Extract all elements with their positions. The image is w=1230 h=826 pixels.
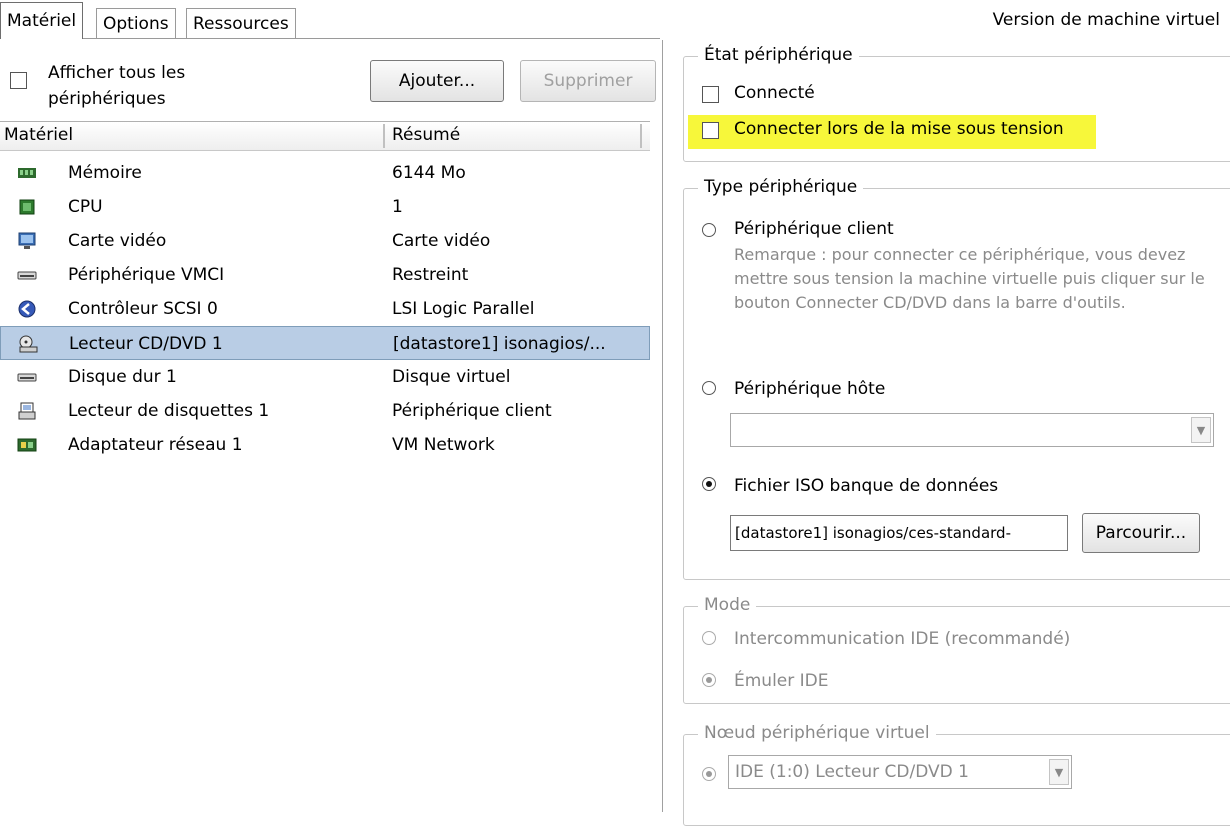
client-device-note: Remarque : pour connecter ce périphériqu…: [734, 245, 1205, 312]
vm-version-label: Version de machine virtuel: [992, 10, 1220, 30]
virtual-node-radio[interactable]: [702, 767, 716, 781]
hardware-list-header: Matériel Résumé: [0, 121, 650, 151]
hardware-row-summary: Disque virtuel: [392, 367, 511, 387]
hardware-row-summary: 6144 Mo: [392, 163, 466, 183]
mode-title: Mode: [698, 595, 757, 615]
column-header-summary[interactable]: Résumé: [392, 125, 460, 145]
remove-button[interactable]: Supprimer: [520, 60, 656, 102]
virtual-node-group: Nœud périphérique virtuel IDE (1:0) Lect…: [683, 723, 1230, 826]
client-device-label: Périphérique client: [734, 219, 894, 239]
datastore-iso-label: Fichier ISO banque de données: [734, 476, 999, 496]
hard-disk-icon: [17, 373, 37, 382]
host-device-label: Périphérique hôte: [734, 379, 886, 399]
device-type-title: Type périphérique: [698, 177, 864, 197]
hardware-row-name: Lecteur de disquettes 1: [68, 401, 270, 421]
monitor-icon: [18, 232, 36, 249]
scsi-controller-icon: [18, 300, 36, 318]
datastore-iso-radio[interactable]: [702, 477, 716, 491]
ide-passthrough-radio[interactable]: [702, 631, 716, 645]
iso-path-input[interactable]: [730, 515, 1068, 551]
cd-dvd-drive-icon: [19, 335, 38, 353]
connected-label: Connecté: [734, 83, 815, 103]
column-separator[interactable]: [640, 124, 642, 148]
hardware-row-summary: Carte vidéo: [392, 231, 491, 251]
browse-button[interactable]: Parcourir...: [1082, 513, 1200, 553]
show-all-devices-label: Afficher tous les périphériques: [48, 63, 186, 109]
device-state-title: État périphérique: [698, 45, 859, 65]
device-type-group: Type périphérique Périphérique client Re…: [683, 177, 1230, 580]
mode-group: Mode Intercommunication IDE (recommandé)…: [683, 595, 1230, 704]
virtual-node-select[interactable]: IDE (1:0) Lecteur CD/DVD 1 ▼: [728, 755, 1072, 789]
connect-at-power-on-label: Connecter lors de la mise sous tension: [734, 119, 1064, 139]
virtual-node-title: Nœud périphérique virtuel: [698, 723, 936, 743]
hardware-row-floppy[interactable]: Lecteur de disquettes 1 Périphérique cli…: [0, 394, 650, 428]
panel-divider: [662, 40, 663, 812]
chevron-down-icon[interactable]: ▼: [1049, 759, 1069, 785]
chevron-down-icon[interactable]: ▼: [1191, 417, 1211, 443]
add-button[interactable]: Ajouter...: [370, 60, 504, 102]
tab-options[interactable]: Options: [96, 8, 176, 39]
memory-icon: [18, 168, 36, 178]
device-state-group: État périphérique Connecté Connecter lor…: [683, 45, 1230, 162]
vmci-device-icon: [17, 271, 37, 280]
ide-passthrough-label: Intercommunication IDE (recommandé): [734, 629, 1071, 649]
tab-hardware[interactable]: Matériel: [0, 2, 84, 39]
hardware-row-cd-dvd[interactable]: Lecteur CD/DVD 1 [datastore1] isonagios/…: [0, 326, 650, 360]
hardware-row-scsi-controller[interactable]: Contrôleur SCSI 0 LSI Logic Parallel: [0, 292, 650, 326]
emulate-ide-radio[interactable]: [702, 673, 716, 687]
hardware-row-name: Contrôleur SCSI 0: [68, 299, 218, 319]
cpu-icon: [19, 199, 35, 215]
hardware-row-name: Mémoire: [68, 163, 142, 183]
column-separator[interactable]: [383, 124, 385, 148]
hardware-row-name: Adaptateur réseau 1: [68, 435, 243, 455]
hardware-row-summary: VM Network: [392, 435, 495, 455]
hardware-row-name: Carte vidéo: [68, 231, 167, 251]
hardware-row-vmci[interactable]: Périphérique VMCI Restreint: [0, 258, 650, 292]
connect-at-power-on-checkbox[interactable]: [702, 122, 719, 139]
hardware-row-name: CPU: [68, 197, 103, 217]
tab-strip: Matériel Options Ressources Version de m…: [0, 0, 1230, 42]
hardware-row-summary: Restreint: [392, 265, 469, 285]
floppy-drive-icon: [18, 402, 36, 420]
host-device-radio[interactable]: [702, 381, 716, 395]
client-device-radio[interactable]: [702, 223, 716, 237]
virtual-node-value: IDE (1:0) Lecteur CD/DVD 1: [735, 762, 969, 782]
hardware-row-cpu[interactable]: CPU 1: [0, 190, 650, 224]
hardware-row-summary: LSI Logic Parallel: [392, 299, 535, 319]
hardware-row-summary: [datastore1] isonagios/...: [393, 334, 606, 354]
connected-checkbox[interactable]: [702, 86, 719, 103]
column-header-hardware[interactable]: Matériel: [4, 125, 73, 145]
hardware-row-summary: 1: [392, 197, 403, 217]
hardware-row-hard-disk[interactable]: Disque dur 1 Disque virtuel: [0, 360, 650, 394]
hardware-row-memory[interactable]: Mémoire 6144 Mo: [0, 156, 650, 190]
hardware-row-video-card[interactable]: Carte vidéo Carte vidéo: [0, 224, 650, 258]
tab-resources[interactable]: Ressources: [186, 8, 296, 39]
tab-divider: [0, 38, 660, 39]
host-device-select[interactable]: ▼: [730, 413, 1214, 447]
hardware-row-summary: Périphérique client: [392, 401, 552, 421]
emulate-ide-label: Émuler IDE: [734, 671, 829, 691]
hardware-row-name: Lecteur CD/DVD 1: [69, 334, 223, 354]
hardware-row-name: Périphérique VMCI: [68, 265, 225, 285]
hardware-row-network-adapter[interactable]: Adaptateur réseau 1 VM Network: [0, 428, 650, 462]
show-all-devices-checkbox[interactable]: [10, 72, 27, 89]
network-adapter-icon: [17, 438, 37, 452]
hardware-row-name: Disque dur 1: [68, 367, 177, 387]
